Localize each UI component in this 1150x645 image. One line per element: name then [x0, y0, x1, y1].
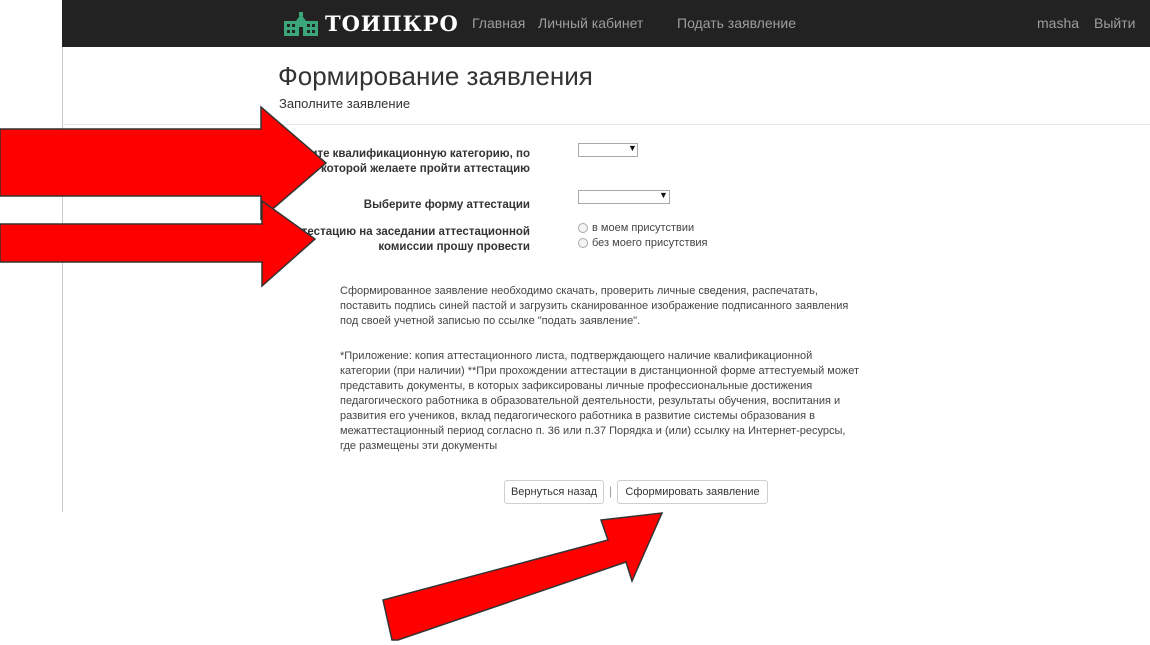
nav-user[interactable]: masha [1037, 0, 1079, 47]
generate-application-button[interactable]: Сформировать заявление [617, 480, 768, 504]
dropdown-arrow-icon: ▼ [628, 143, 637, 153]
header-divider [62, 124, 1150, 125]
annotation-arrow-icon [382, 512, 664, 641]
nav-link-submit[interactable]: Подать заявление [677, 0, 796, 47]
radio-button[interactable] [578, 223, 588, 233]
logout-link[interactable]: Выйти [1094, 0, 1135, 47]
presence-label: Аттестацию на заседании аттестационной к… [288, 225, 530, 255]
presence-label-line2: комиссии прошу провести [378, 241, 530, 253]
radio-without-presence[interactable]: без моего присутствия [578, 237, 708, 249]
appendix-text: *Приложение: копия аттестационного листа… [340, 350, 860, 452]
top-navbar: ТОИПКРО Главная Личный кабинет Подать за… [62, 0, 1150, 47]
category-label-line2: которой желаете пройти аттестацию [321, 163, 530, 175]
attestation-form-label: Выберите форму аттестации [363, 199, 530, 211]
category-select[interactable]: ▼ [578, 143, 638, 157]
button-separator: | [609, 484, 613, 498]
page-title: Формирование заявления [278, 61, 593, 91]
nav-link-home[interactable]: Главная [472, 0, 525, 47]
category-label: Укажите квалификационную категорию, по к… [283, 147, 530, 177]
page-subtitle: Заполните заявление [279, 96, 411, 111]
category-label-line1: Укажите квалификационную категорию, по [283, 148, 530, 160]
radio-button[interactable] [578, 238, 588, 248]
radio-label: в моем присутствии [592, 222, 695, 234]
back-button[interactable]: Вернуться назад [504, 480, 604, 504]
instruction-text: Сформированное заявление необходимо скач… [340, 285, 849, 327]
radio-with-presence[interactable]: в моем присутствии [578, 222, 694, 234]
presence-label-line1: Аттестацию на заседании аттестационной [288, 226, 530, 238]
brand-name: ТОИПКРО [325, 11, 459, 36]
radio-label: без моего присутствия [592, 237, 708, 249]
brand-logo[interactable]: ТОИПКРО [284, 0, 459, 47]
attestation-form-select[interactable]: ▼ [578, 190, 670, 204]
nav-link-cabinet[interactable]: Личный кабинет [538, 0, 643, 47]
building-icon [284, 11, 318, 36]
dropdown-arrow-icon: ▼ [659, 190, 668, 200]
